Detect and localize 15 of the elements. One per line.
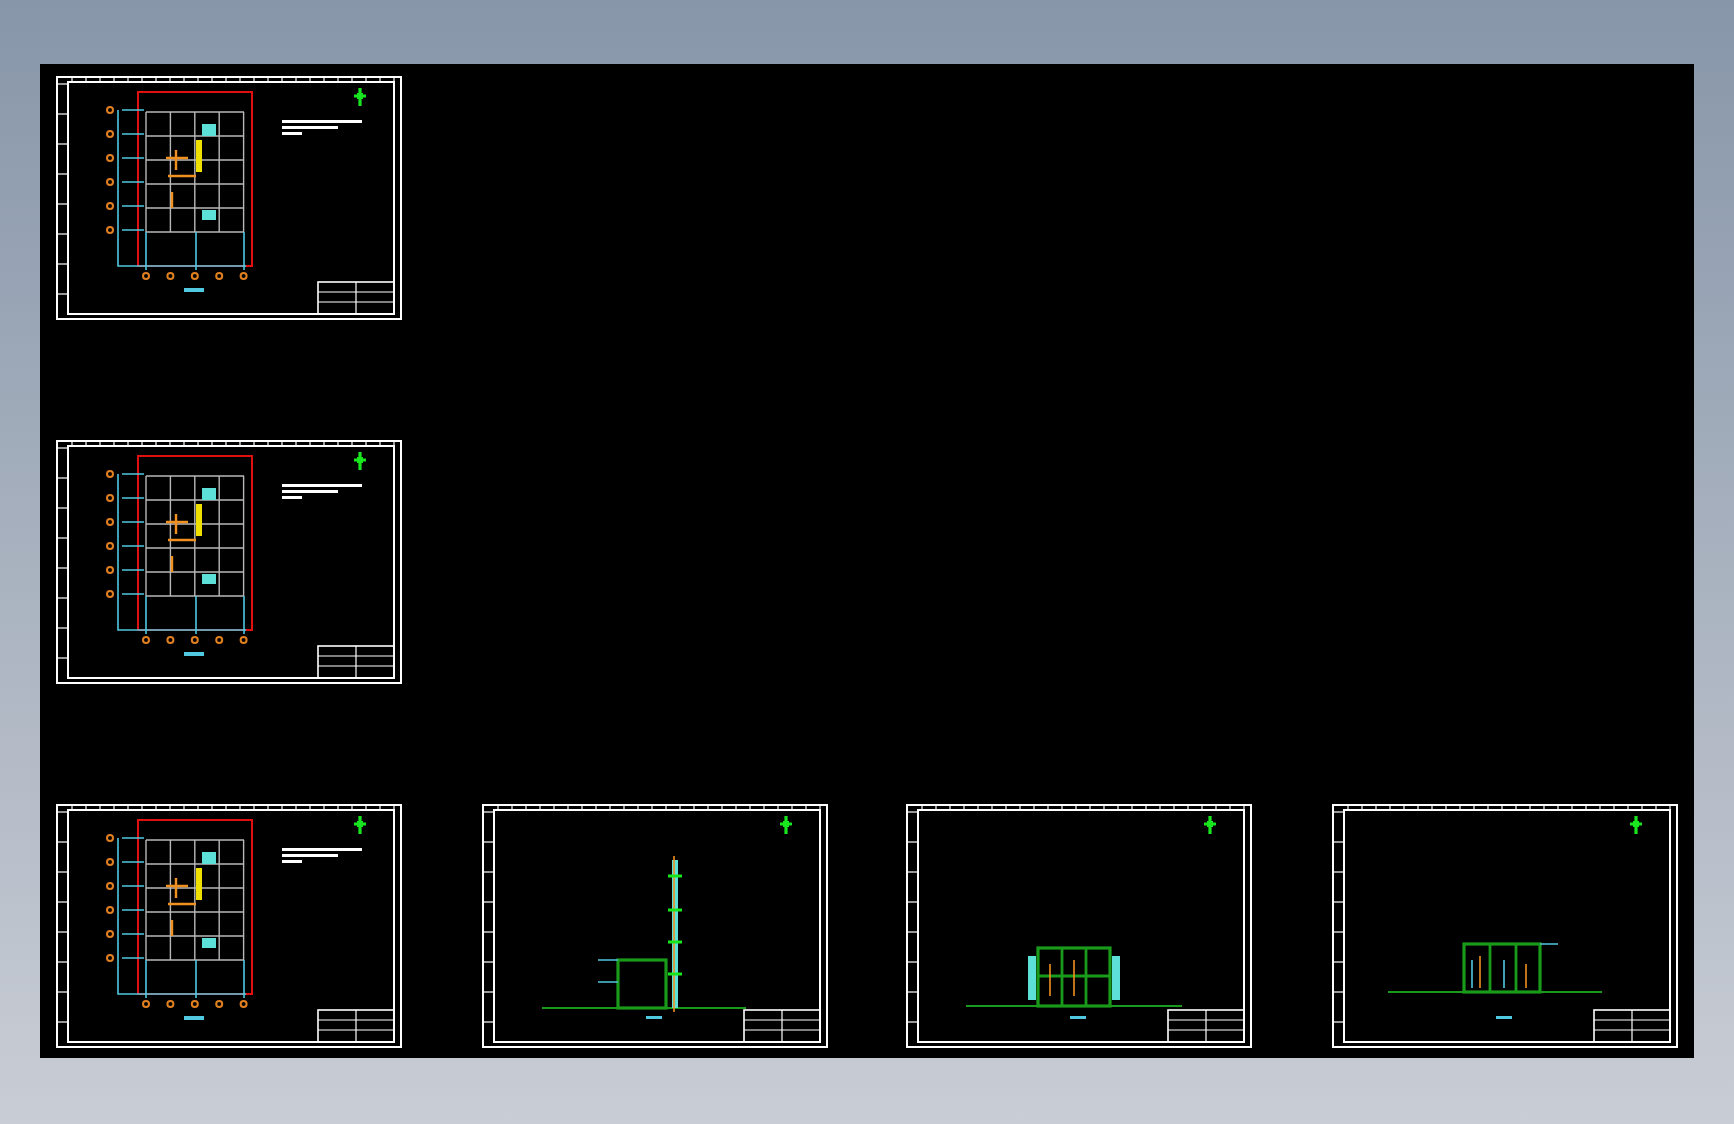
title-block xyxy=(317,281,395,315)
title-block xyxy=(742,1009,820,1043)
notes-drawing xyxy=(282,484,362,499)
notes-drawing xyxy=(282,848,362,863)
north-arrow-icon xyxy=(1627,814,1643,836)
title-block xyxy=(317,645,395,679)
notes-drawing xyxy=(282,120,362,135)
north-arrow-icon xyxy=(352,450,368,472)
title-block xyxy=(1167,1009,1245,1043)
north-arrow-icon xyxy=(777,814,793,836)
title-block xyxy=(317,1009,395,1043)
north-arrow-icon xyxy=(1202,814,1218,836)
north-arrow-icon xyxy=(352,814,368,836)
title-block xyxy=(1592,1009,1670,1043)
north-arrow-icon xyxy=(352,86,368,108)
